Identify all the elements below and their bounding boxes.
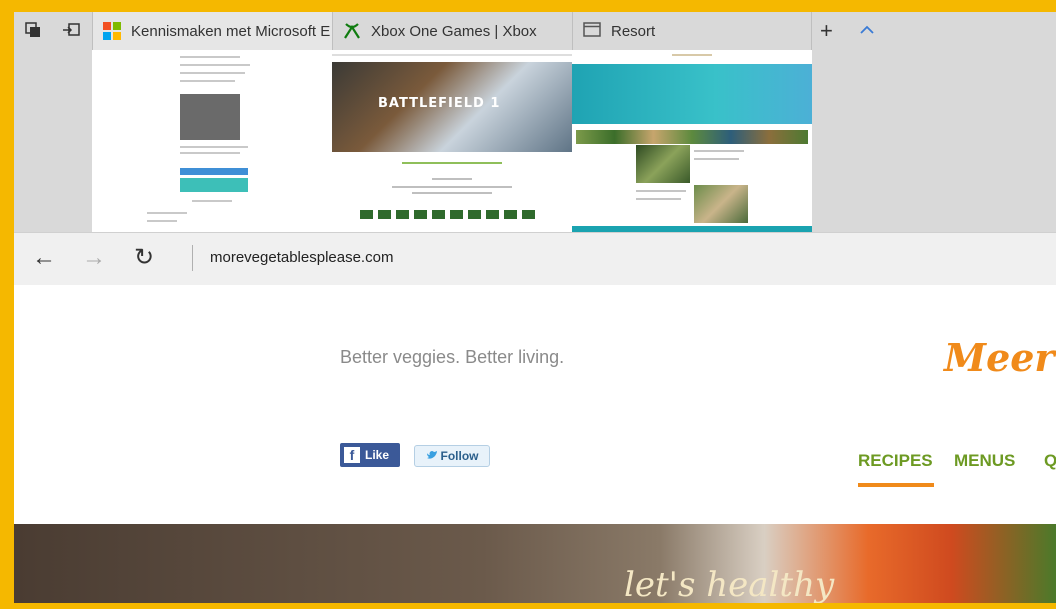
facebook-like-label: Like [365, 448, 390, 462]
tab-strip: Kennismaken met Microsoft E Xbox One Gam… [14, 12, 1056, 51]
microsoft-logo-icon [103, 22, 121, 40]
window-icon [583, 22, 601, 40]
menu-item-recipes[interactable]: RECIPES [858, 451, 933, 471]
xbox-logo-icon [343, 22, 361, 40]
menu-item-menus[interactable]: MENUS [954, 451, 1015, 471]
preview-photo-strip [576, 130, 808, 144]
facebook-icon: f [344, 447, 360, 463]
set-aside-tabs-icon[interactable] [62, 22, 80, 40]
address-bar: ← → ↻ morevegetablesplease.com [14, 232, 1056, 286]
tab-previews: BATTLEFIELD 1 [14, 50, 1056, 232]
active-menu-indicator [858, 483, 934, 487]
preview-hero-text: BATTLEFIELD 1 [378, 96, 501, 111]
preview-xbox[interactable]: BATTLEFIELD 1 [332, 50, 572, 232]
browser-window: Kennismaken met Microsoft E Xbox One Gam… [14, 12, 1056, 603]
preview-banner [572, 64, 812, 124]
hero-image [14, 524, 1056, 603]
menu-item-q[interactable]: Q [1044, 451, 1056, 471]
tab-title: Resort [611, 22, 656, 40]
facebook-like-button[interactable]: f Like [340, 443, 400, 467]
tab-preview-icon[interactable] [24, 22, 42, 40]
refresh-button[interactable]: ↻ [134, 245, 154, 271]
site-logo[interactable]: Meer [944, 335, 1054, 380]
twitter-bird-icon [426, 449, 438, 463]
forward-button[interactable]: → [82, 245, 106, 271]
preview-photo [694, 185, 748, 223]
tab-xbox[interactable]: Xbox One Games | Xbox [332, 12, 572, 50]
address-separator [192, 245, 193, 271]
url-field[interactable]: morevegetablesplease.com [210, 249, 393, 266]
new-tab-button[interactable]: + [820, 20, 833, 42]
tab-title: Xbox One Games | Xbox [371, 22, 537, 40]
web-page: Better veggies. Better living. Meer f Li… [14, 285, 1056, 603]
preview-resort[interactable] [572, 50, 812, 232]
twitter-follow-button[interactable]: Follow [414, 445, 490, 467]
hero-script-text: let's healthy [624, 565, 835, 603]
site-tagline: Better veggies. Better living. [340, 347, 565, 367]
hide-tab-previews-icon[interactable] [859, 22, 875, 40]
tab-title: Kennismaken met Microsoft E [131, 22, 331, 40]
tab-resort[interactable]: Resort [572, 12, 812, 50]
back-button[interactable]: ← [32, 245, 56, 271]
twitter-follow-label: Follow [440, 449, 479, 463]
tab-microsoft-edge[interactable]: Kennismaken met Microsoft E [92, 12, 332, 50]
preview-photo [636, 145, 690, 183]
preview-microsoft-edge[interactable] [92, 50, 332, 232]
